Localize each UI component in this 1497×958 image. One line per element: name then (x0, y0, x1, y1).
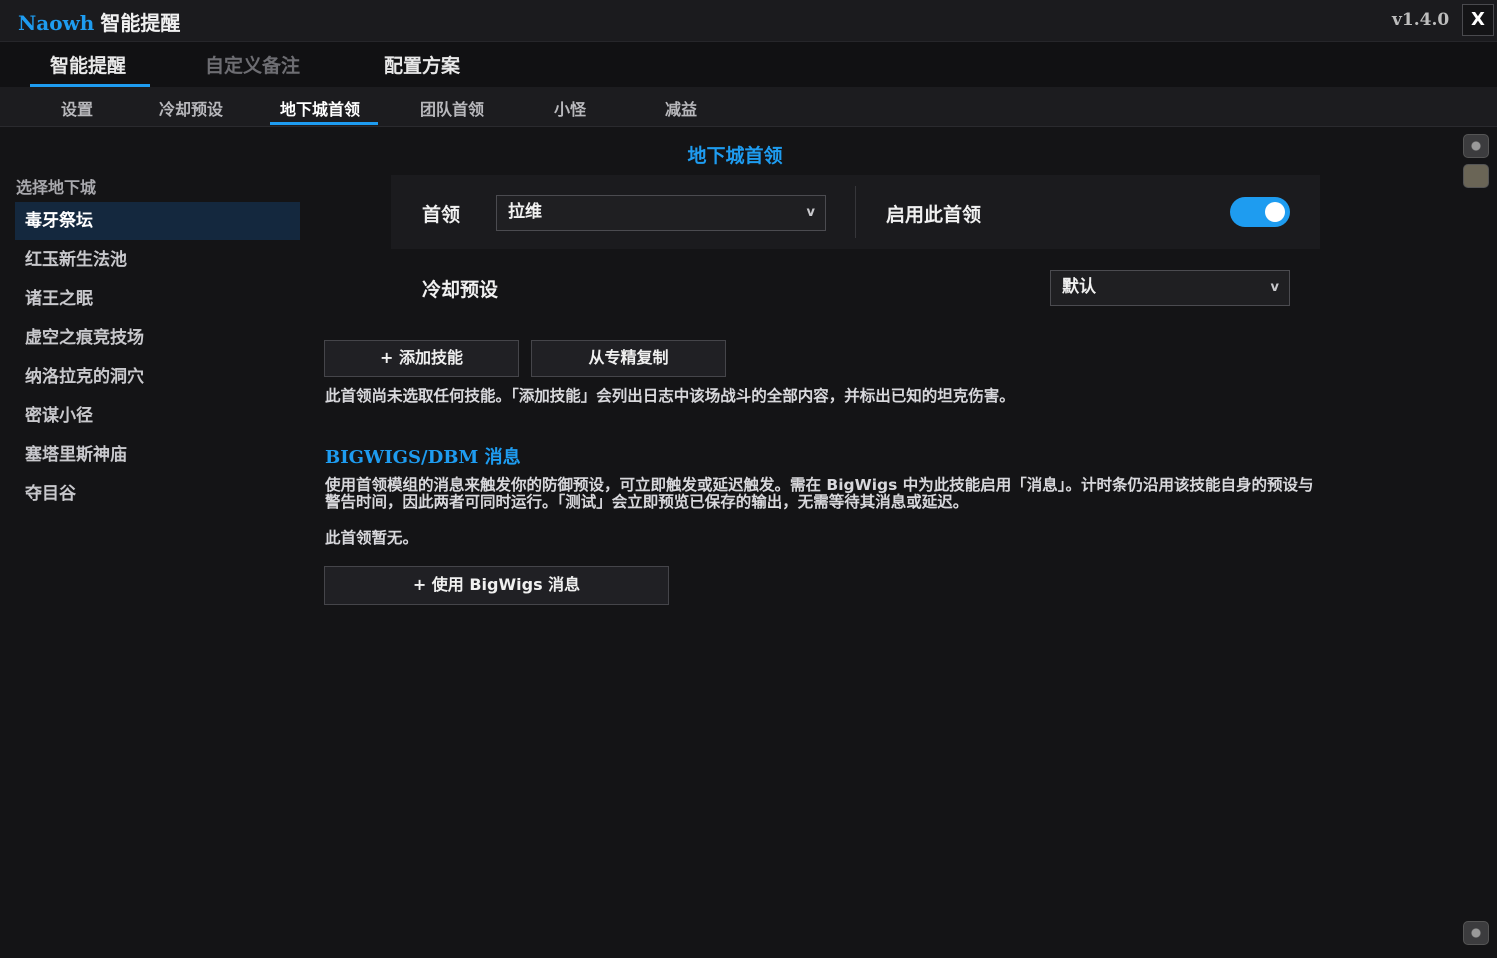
subtab-cooldown-presets[interactable]: 冷却预设 (159, 96, 223, 120)
tab-smart-reminder[interactable]: 智能提醒 (50, 51, 126, 78)
brand-name: Naowh (18, 11, 95, 35)
use-bigwigs-button[interactable]: + 使用 BigWigs 消息 (324, 566, 669, 605)
app-title: 智能提醒 (100, 11, 181, 35)
tab-custom-notes[interactable]: 自定义备注 (205, 51, 300, 78)
sidebar-item-dungeon[interactable]: 诸王之眠 (15, 280, 300, 318)
app-brand: Naowh 智能提醒 (18, 7, 180, 36)
cooldown-preset-label: 冷却预设 (422, 279, 499, 301)
sidebar-item-dungeon[interactable]: 红玉新生法池 (15, 241, 300, 279)
bigwigs-title-suffix: 消息 (484, 447, 521, 468)
scroll-down-icon[interactable] (1463, 921, 1489, 945)
cooldown-preset-select[interactable]: 默认 v (1050, 270, 1290, 306)
boss-select[interactable]: 拉维 v (496, 195, 826, 231)
no-boss-note: 此首领暂无。 (325, 529, 419, 547)
panel-divider (855, 186, 856, 238)
main-tabs: 智能提醒 自定义备注 配置方案 (0, 42, 1497, 87)
bigwigs-title-main: BIGWIGS/DBM (325, 447, 479, 468)
active-subtab-indicator (270, 122, 378, 125)
chevron-down-icon: v (1270, 280, 1279, 295)
sidebar-item-dungeon[interactable]: 密谋小径 (15, 397, 300, 435)
subtab-debuffs[interactable]: 减益 (665, 96, 697, 120)
boss-label: 首领 (422, 204, 461, 226)
no-skill-note: 此首领尚未选取任何技能。「添加技能」会列出日志中该场战斗的全部内容，并标出已知的… (325, 387, 1015, 405)
scroll-up-icon[interactable] (1463, 134, 1489, 158)
sidebar-item-dungeon[interactable]: 毒牙祭坛 (15, 202, 300, 240)
scrollbar-thumb[interactable] (1463, 164, 1489, 188)
enable-boss-toggle[interactable] (1230, 197, 1290, 227)
section-title: 地下城首领 (687, 145, 783, 167)
cooldown-preset-value: 默认 (1062, 277, 1096, 297)
tab-profiles[interactable]: 配置方案 (384, 51, 460, 78)
subtab-raid-bosses[interactable]: 团队首领 (420, 96, 484, 120)
subtab-dungeon-bosses[interactable]: 地下城首领 (280, 96, 360, 120)
enable-boss-label: 启用此首领 (886, 204, 982, 226)
title-bar: Naowh 智能提醒 v1.4.0 X (0, 0, 1497, 42)
close-button[interactable]: X (1462, 4, 1494, 36)
version-label: v1.4.0 (1392, 10, 1450, 30)
chevron-down-icon: v (806, 205, 815, 220)
sidebar-item-dungeon[interactable]: 虚空之痕竞技场 (15, 319, 300, 357)
subtab-trash[interactable]: 小怪 (554, 96, 586, 120)
sub-tabs: 设置 冷却预设 地下城首领 团队首领 小怪 减益 (0, 87, 1497, 127)
bigwigs-section-title: BIGWIGS/DBM 消息 (325, 443, 521, 469)
sidebar-title: 选择地下城 (16, 178, 97, 197)
sidebar-item-dungeon[interactable]: 夺目谷 (15, 475, 300, 513)
subtab-settings[interactable]: 设置 (61, 96, 93, 120)
toggle-knob (1265, 202, 1285, 222)
sidebar-item-dungeon[interactable]: 塞塔里斯神庙 (15, 436, 300, 474)
bigwigs-description: 使用首领模组的消息来触发你的防御预设，可立即触发或延迟触发。需在 BigWigs… (325, 476, 1314, 511)
sidebar-item-dungeon[interactable]: 纳洛拉克的洞穴 (15, 358, 300, 396)
copy-from-spec-button[interactable]: 从专精复制 (531, 340, 726, 377)
boss-select-value: 拉维 (508, 202, 542, 222)
add-skill-button[interactable]: + 添加技能 (324, 340, 519, 377)
